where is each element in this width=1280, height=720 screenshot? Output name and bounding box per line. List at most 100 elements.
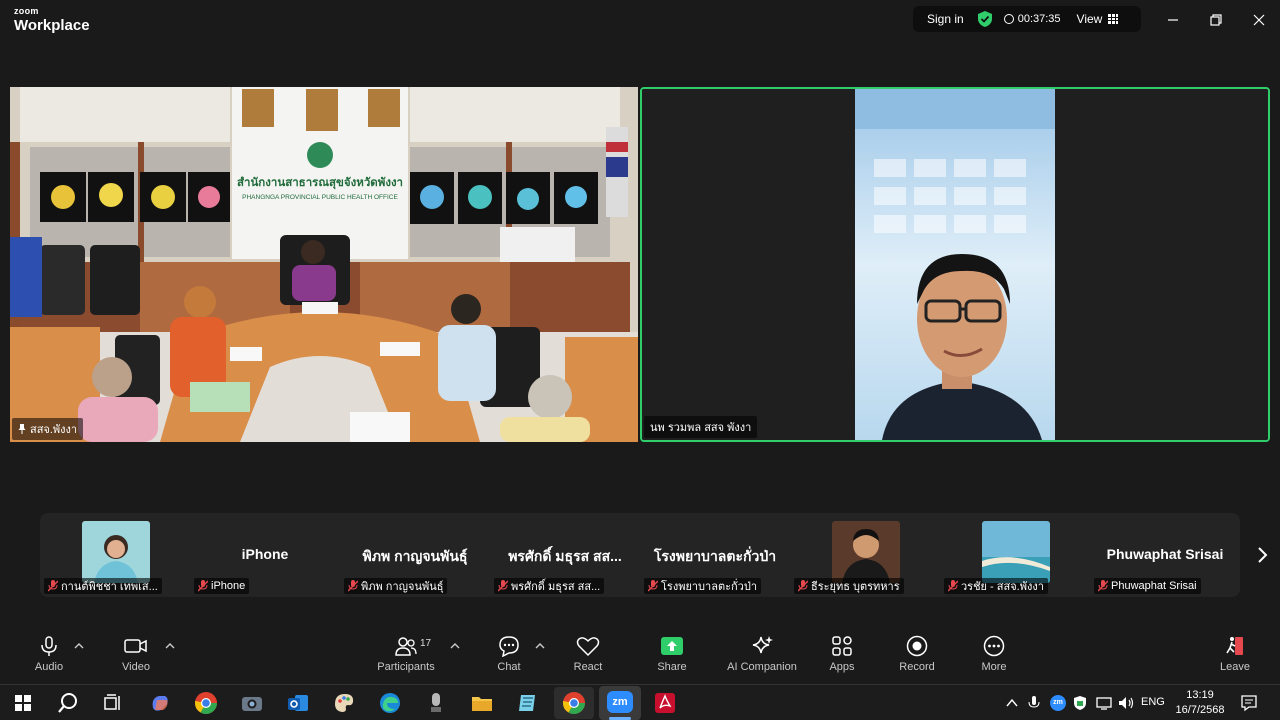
mic-muted-icon — [198, 580, 208, 592]
participant-thumb[interactable]: พิภพ กาญจนพันธุ์ พิภพ กาญจนพันธุ์ — [340, 513, 490, 597]
chrome-taskbar-button[interactable] — [554, 687, 594, 719]
pin-icon — [18, 424, 26, 434]
taskbar-date: 16/7/2568 — [1175, 704, 1225, 716]
search-icon[interactable] — [55, 690, 81, 716]
shield-check-icon[interactable] — [977, 11, 992, 27]
view-button[interactable]: View — [1077, 12, 1119, 26]
chat-button[interactable]: Chat — [469, 635, 549, 673]
more-button[interactable]: More — [954, 635, 1034, 673]
leave-button[interactable]: Leave — [1195, 635, 1275, 673]
ai-companion-button[interactable]: AI Companion — [720, 635, 804, 673]
leave-door-icon — [1226, 637, 1243, 655]
security-tray-icon[interactable] — [1072, 695, 1088, 711]
participants-button[interactable]: Participants — [366, 635, 446, 673]
share-screen-icon — [661, 637, 683, 655]
file-explorer-icon[interactable] — [469, 690, 495, 716]
chevron-up-icon[interactable] — [74, 642, 84, 650]
react-button[interactable]: React — [548, 635, 628, 673]
participant-video — [982, 521, 1050, 583]
participants-count: 17 — [420, 638, 432, 649]
task-view-icon[interactable] — [100, 690, 126, 716]
taskbar-clock[interactable]: 13:19 16/7/2568 — [1172, 688, 1228, 718]
restore-icon[interactable] — [1206, 10, 1226, 30]
video-button[interactable]: Video — [96, 635, 176, 673]
outlook-icon[interactable] — [285, 690, 311, 716]
video-tile-active-speaker[interactable]: นพ รวมพล สสจ พังงา — [640, 87, 1270, 442]
participant-thumb[interactable]: โรงพยาบาลตะกั่วป่า โรงพยาบาลตะกั่วป่า — [640, 513, 790, 597]
mic-muted-icon — [498, 580, 508, 592]
taskbar-time: 13:19 — [1186, 689, 1214, 701]
brand-small: zoom — [14, 6, 39, 16]
share-button[interactable]: Share — [632, 635, 712, 673]
participant-thumb[interactable]: iPhone iPhone — [190, 513, 340, 597]
sparkle-icon — [752, 636, 773, 654]
edge-icon[interactable] — [377, 690, 403, 716]
participant-video — [82, 521, 150, 583]
participant-name: วรชัย - สสจ.พังงา — [961, 581, 1044, 593]
participant-label: iPhone — [194, 578, 250, 594]
participant-thumb[interactable]: กานต์พิชชา เทพเส... — [40, 513, 190, 597]
participant-thumb[interactable]: พรศักดิ์ มธุรส สส... พรศักดิ์ มธุรส สส..… — [490, 513, 640, 597]
participant-thumb[interactable]: Phuwaphat Srisai Phuwaphat Srisai — [1090, 513, 1240, 597]
participant-display-name: โรงพยาบาลตะกั่วป่า — [653, 548, 777, 564]
participant-video — [832, 521, 900, 583]
zoom-tray-icon[interactable]: zm — [1050, 695, 1066, 711]
close-icon[interactable] — [1249, 10, 1269, 30]
participant-thumb[interactable]: วรชัย - สสจ.พังงา — [940, 513, 1090, 597]
participants-filmstrip: กานต์พิชชา เทพเส... iPhone iPhone พิภพ ก… — [40, 513, 1240, 597]
notes-app-icon[interactable] — [515, 690, 541, 716]
participants-icon — [395, 637, 417, 656]
mic-muted-icon — [1098, 580, 1108, 592]
apps-button[interactable]: Apps — [802, 635, 882, 673]
record-button[interactable]: Record — [877, 635, 957, 673]
pdf-reader-icon[interactable] — [652, 690, 678, 716]
paint-icon[interactable] — [331, 690, 357, 716]
mic-muted-icon — [48, 580, 58, 592]
leave-label: Leave — [1220, 661, 1250, 673]
minimize-icon[interactable] — [1163, 10, 1183, 30]
chevron-up-icon[interactable] — [165, 642, 175, 650]
brand-name: Workplace — [14, 17, 90, 34]
copilot-icon[interactable] — [147, 690, 173, 716]
participant-name: Phuwaphat Srisai — [1111, 580, 1197, 592]
participant-label: ธีระยุทธ บุตรทหาร — [794, 578, 904, 594]
microphone-icon — [41, 636, 57, 656]
chevron-up-icon[interactable] — [535, 642, 545, 650]
video-tile-meeting-room[interactable]: สำนักงานสาธารณสุขจังหวัดพังงา PHANGNGA P… — [10, 87, 638, 442]
chrome-icon[interactable] — [193, 690, 219, 716]
chevron-up-icon[interactable] — [1006, 698, 1018, 708]
participant-display-name: พิภพ กาญจนพันธุ์ — [362, 548, 468, 564]
participant-name: พิภพ กาญจนพันธุ์ — [361, 581, 444, 593]
chat-icon — [499, 636, 519, 657]
participant-name: นพ รวมพล สสจ พังงา — [650, 422, 752, 434]
record-label: Record — [899, 661, 935, 673]
camera-app-icon[interactable] — [239, 690, 265, 716]
language-indicator[interactable]: ENG — [1141, 696, 1165, 708]
notification-icon[interactable] — [1240, 694, 1258, 712]
apps-icon — [832, 636, 852, 656]
chevron-right-icon[interactable] — [1252, 545, 1272, 565]
zoom-app-window: zoom Workplace Sign in 00:37:35 View สำน… — [0, 0, 1280, 684]
participant-display-name: iPhone — [241, 546, 289, 562]
windows-start-icon[interactable] — [10, 690, 36, 716]
participant-label: โรงพยาบาลตะกั่วป่า — [644, 578, 762, 594]
video-camera-icon — [124, 639, 147, 653]
volume-icon[interactable] — [1117, 695, 1135, 711]
meeting-timer: 00:37:35 — [1003, 13, 1061, 25]
participant-label: พรศักดิ์ มธุรส สส... — [494, 578, 605, 594]
participant-display-name: Phuwaphat Srisai — [1106, 546, 1224, 562]
zoom-taskbar-button[interactable]: zm — [599, 686, 641, 720]
clock-icon — [1003, 14, 1014, 24]
chat-label: Chat — [497, 661, 521, 673]
microphone-app-icon[interactable] — [423, 690, 449, 716]
sign-in-button[interactable]: Sign in — [927, 12, 964, 26]
audio-label: Audio — [34, 661, 64, 673]
meeting-room-video: สำนักงานสาธารณสุขจังหวัดพังงา PHANGNGA P… — [10, 87, 638, 442]
title-bar: zoom Workplace Sign in 00:37:35 View — [0, 0, 1280, 40]
chrome-icon — [563, 692, 585, 714]
audio-button[interactable]: Audio — [9, 635, 89, 673]
microphone-tray-icon[interactable] — [1028, 695, 1040, 711]
participant-thumb[interactable]: ธีระยุทธ บุตรทหาร — [790, 513, 940, 597]
chevron-up-icon[interactable] — [450, 642, 460, 650]
network-icon[interactable] — [1095, 695, 1113, 711]
